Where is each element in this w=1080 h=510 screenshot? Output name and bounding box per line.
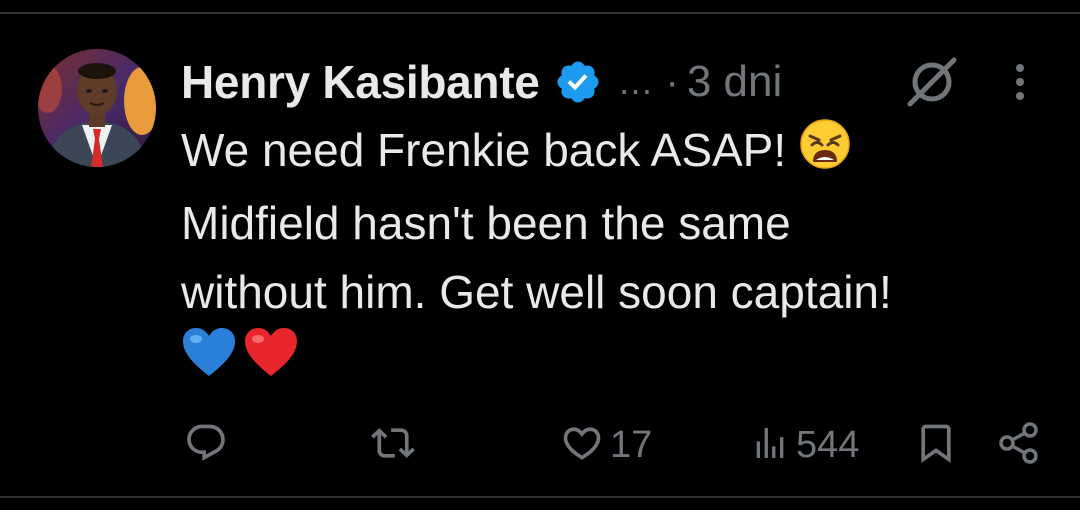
red-heart-emoji [243, 326, 299, 397]
tweet-text-line-3: without him. Get well soon captain! [181, 266, 892, 319]
tweet-text-line: We need Frenkie back ASAP! [181, 116, 1051, 189]
tweet-text-line-2: Midfield hasn't been the same [181, 197, 791, 250]
reply-icon [184, 421, 228, 470]
grok-icon[interactable] [904, 56, 960, 108]
views-button[interactable]: 544 [750, 420, 859, 470]
emoji-line [181, 327, 1051, 396]
top-divider [0, 12, 1080, 14]
heart-icon [560, 421, 604, 470]
tweet-text-line-1: We need Frenkie back ASAP! [181, 124, 787, 176]
author-name[interactable]: Henry Kasibante [181, 55, 540, 109]
views-icon [750, 423, 790, 468]
name-truncation-ellipsis: … [617, 61, 654, 102]
verified-badge-icon[interactable] [554, 58, 602, 106]
bookmark-icon [914, 421, 958, 470]
share-icon [996, 420, 1042, 471]
weary-face-emoji [799, 118, 851, 189]
timestamp[interactable]: 3 dni [687, 57, 782, 107]
blue-heart-emoji [181, 326, 237, 397]
views-count: 544 [796, 423, 860, 466]
like-button[interactable]: 17 [560, 420, 652, 470]
share-button[interactable] [996, 420, 1042, 470]
more-vertical-icon[interactable] [1002, 60, 1038, 104]
bottom-divider [0, 496, 1080, 498]
tweet-text: We need Frenkie back ASAP! Midfield hasn… [181, 116, 1051, 396]
separator-dot: · [665, 59, 679, 104]
tweet-header: Henry Kasibante … · 3 dni [181, 50, 782, 114]
retweet-button[interactable] [370, 420, 416, 470]
avatar[interactable] [38, 49, 156, 167]
like-count: 17 [610, 423, 653, 466]
bookmark-button[interactable] [914, 420, 958, 470]
retweet-icon [370, 421, 416, 470]
reply-button[interactable] [184, 420, 228, 470]
